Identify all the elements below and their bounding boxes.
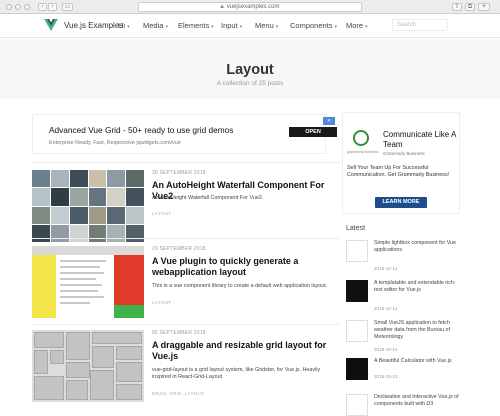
latest-item-title[interactable]: A Beautiful Calculator with Vue.js: [374, 358, 460, 365]
menu-ui-label: Ui: [118, 21, 126, 30]
latest-item-date: 2018-10-14: [374, 266, 398, 271]
post-thumbnail[interactable]: [32, 246, 144, 318]
divider: [32, 324, 340, 325]
post-excerpt: An AutoHeight Waterfall Component For Vu…: [152, 195, 264, 201]
address-bar[interactable]: 🔒︎ vuejsexamples.com: [138, 2, 362, 12]
latest-thumbnail[interactable]: [346, 240, 368, 262]
post-tags[interactable]: LAYOUT: [152, 211, 171, 216]
chevron-right-icon[interactable]: ›: [48, 3, 57, 11]
share-icon[interactable]: ⇧: [452, 3, 462, 11]
chevron-down-icon: ▾: [165, 24, 168, 30]
post-date: 05 SEPTEMBER 2018: [152, 330, 206, 336]
post-tags[interactable]: DRAG, GRID, LAYOUT: [152, 391, 204, 396]
post-excerpt: This is a vue component library to creat…: [152, 283, 328, 289]
latest-thumbnail[interactable]: [346, 394, 368, 416]
post-excerpt: vue-grid-layout is a grid layout system,…: [152, 367, 321, 380]
menu-media-label: Media: [143, 21, 164, 30]
latest-item[interactable]: A templatable and extendable rich-text e…: [342, 280, 462, 320]
close-icon[interactable]: ✕: [323, 117, 335, 125]
menu-input[interactable]: Input ▾: [221, 21, 242, 30]
post-thumbnail[interactable]: [32, 330, 144, 402]
maximize-window-icon[interactable]: [24, 4, 30, 10]
latest-thumbnail[interactable]: [346, 320, 368, 342]
latest-item[interactable]: Simple lightbox component for Vue applic…: [342, 240, 462, 280]
chevron-down-icon: ▾: [127, 24, 130, 30]
menu-components[interactable]: Components ▾: [290, 21, 337, 30]
latest-item-title[interactable]: Small VueJS application to fetch weather…: [374, 320, 460, 341]
minimize-window-icon[interactable]: [15, 4, 21, 10]
divider: [32, 238, 340, 239]
chevron-down-icon: ▾: [211, 24, 214, 30]
latest-thumbnail[interactable]: [346, 358, 368, 380]
menu-components-label: Components: [290, 21, 333, 30]
divider: [32, 162, 340, 163]
latest-item-date: 2018-10-13: [374, 374, 398, 379]
site-navigation: Vue.js Examples Ui ▾ Media ▾ Elements ▾ Inp…: [0, 14, 500, 38]
address-text: vuejsexamples.com: [226, 4, 280, 10]
menu-menu-label: Menu: [255, 21, 274, 30]
grid-layout-preview: [32, 330, 144, 402]
waterfall-preview: [32, 170, 144, 242]
post-date: 29 SEPTEMBER 2018: [152, 246, 206, 252]
site-brand[interactable]: Vue.js Examples: [64, 21, 123, 30]
latest-thumbnail[interactable]: [346, 280, 368, 302]
side-ad-brand: Grammarly Business: [383, 151, 425, 156]
menu-ui[interactable]: Ui ▾: [118, 21, 130, 30]
chevron-down-icon: ▾: [334, 24, 338, 30]
ad-open-button[interactable]: OPEN: [289, 127, 337, 137]
vue-logo-icon[interactable]: [44, 19, 58, 31]
menu-elements[interactable]: Elements ▾: [178, 21, 214, 30]
post-card: 05 SEPTEMBER 2018 A draggable and resiza…: [32, 330, 340, 410]
grammarly-logo-icon: [353, 130, 369, 146]
post-card: 30 SEPTEMBER 2018 An AutoHeight Waterfal…: [32, 170, 340, 242]
post-tags[interactable]: LAYOUT: [152, 300, 171, 305]
chevron-down-icon: ▾: [275, 24, 279, 30]
lock-icon: 🔒︎: [220, 4, 224, 10]
chevron-down-icon: ▾: [365, 24, 368, 30]
latest-item-title[interactable]: Simple lightbox component for Vue applic…: [374, 240, 460, 254]
latest-item[interactable]: A Beautiful Calculator with Vue.js 2018-…: [342, 358, 462, 398]
menu-more-label: More: [346, 21, 364, 30]
latest-item-date: 2018-10-14: [374, 306, 398, 311]
side-ad-logo-caption: grammarly business: [347, 150, 379, 154]
post-thumbnail[interactable]: [32, 170, 144, 242]
tabs-icon[interactable]: ⧉: [465, 3, 475, 11]
latest-item-date: 2018-10-14: [374, 347, 398, 352]
side-ad[interactable]: grammarly business Communicate Like A Te…: [342, 112, 460, 214]
chevron-down-icon: ▾: [239, 24, 243, 30]
page-subtitle: A collection of 25 posts: [216, 80, 284, 87]
latest-item-title[interactable]: Declarative and Interactive Vue.js of co…: [374, 394, 460, 408]
side-ad-body: Sell Your Team Up For Successful Communi…: [347, 165, 450, 178]
sidebar-icon[interactable]: ▭: [62, 3, 73, 11]
menu-menu[interactable]: Menu ▾: [255, 21, 278, 30]
post-card: 29 SEPTEMBER 2018 A Vue plugin to quickl…: [32, 246, 340, 318]
latest-item[interactable]: Declarative and Interactive Vue.js of co…: [342, 394, 462, 416]
menu-more[interactable]: More ▾: [346, 21, 368, 30]
ad-subtitle: Enterprise Ready, Fast, Responsive jqwid…: [49, 140, 181, 146]
menu-input-label: Input: [221, 21, 238, 30]
latest-heading: Latest: [346, 225, 366, 232]
menu-media[interactable]: Media ▾: [143, 21, 168, 30]
ad-title[interactable]: Advanced Vue Grid - 50+ ready to use gri…: [49, 125, 233, 135]
new-tab-icon[interactable]: +: [478, 3, 490, 11]
latest-item[interactable]: Small VueJS application to fetch weather…: [342, 320, 462, 360]
post-date: 30 SEPTEMBER 2018: [152, 170, 206, 176]
page-title: Layout: [226, 62, 274, 78]
menu-elements-label: Elements: [178, 21, 210, 30]
ad-banner[interactable]: Advanced Vue Grid - 50+ ready to use gri…: [32, 114, 337, 154]
search-input[interactable]: Search: [392, 19, 448, 31]
chevron-left-icon[interactable]: ‹: [38, 3, 47, 11]
post-title[interactable]: A draggable and resizable grid layout fo…: [152, 340, 338, 362]
close-window-icon[interactable]: [6, 4, 12, 10]
side-ad-title[interactable]: Communicate Like A Team: [383, 130, 459, 149]
learn-more-button[interactable]: LEARN MORE: [375, 197, 427, 208]
post-title[interactable]: A Vue plugin to quickly generate a webap…: [152, 256, 338, 278]
latest-item-title[interactable]: A templatable and extendable rich-text e…: [374, 280, 460, 294]
browser-toolbar: ‹ › ▭ 🔒︎ vuejsexamples.com ⇧ ⧉ +: [0, 0, 500, 14]
layout-preview: [32, 246, 144, 318]
